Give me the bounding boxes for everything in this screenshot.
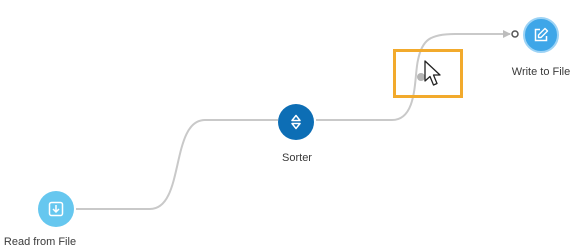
write-to-file-node[interactable] (523, 17, 559, 53)
input-port-arrow (503, 30, 511, 38)
read-from-file-node[interactable] (38, 191, 74, 227)
input-port-dot[interactable] (511, 30, 519, 38)
download-icon (47, 200, 65, 218)
write-to-file-label: Write to File (511, 66, 571, 78)
flow-canvas[interactable]: Read from File Sorter Write to File (0, 0, 579, 250)
wire-read-to-sorter[interactable] (76, 119, 278, 210)
read-from-file-label: Read from File (3, 236, 77, 248)
sort-icon (287, 113, 305, 131)
sorter-label: Sorter (282, 152, 312, 164)
sorter-node[interactable] (278, 104, 314, 140)
mouse-cursor-icon (424, 60, 444, 93)
edit-icon (532, 26, 550, 44)
